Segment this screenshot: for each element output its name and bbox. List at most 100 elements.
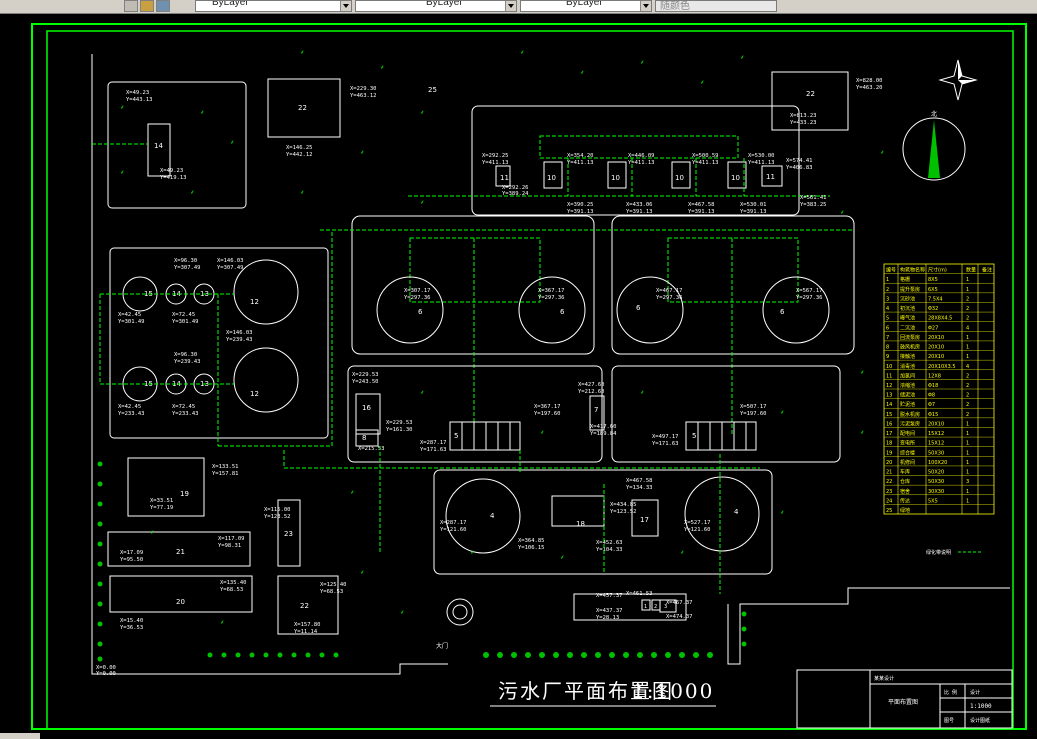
unit-6d-label: 6 bbox=[780, 308, 785, 316]
table-cell: 曝气池 bbox=[900, 315, 915, 322]
linetype-combo-value: ByLayer bbox=[426, 0, 463, 8]
unit-14d-coord-y: Y=233.43 bbox=[172, 411, 199, 417]
unit-6a-label: 6 bbox=[418, 308, 423, 316]
unit-6d-coord-y: Y=297.36 bbox=[796, 295, 823, 301]
unit-10c-label: 10 bbox=[675, 174, 684, 182]
inner-frame bbox=[46, 30, 1014, 730]
table-cell: 二沉池 bbox=[900, 324, 915, 331]
svg-text:⸙: ⸙ bbox=[860, 429, 865, 436]
table-cell: 提升泵房 bbox=[900, 286, 920, 293]
unit-10b-coord-x: X=446.09 bbox=[628, 153, 655, 159]
table-cell: Φ7 bbox=[928, 402, 935, 408]
gatehouse-inner bbox=[452, 604, 468, 620]
unit-7-coord-x: X=427.60 bbox=[578, 382, 605, 388]
linetype-control-combo[interactable]: ByLayer bbox=[355, 0, 517, 12]
unit-10a-label: 10 bbox=[547, 174, 556, 182]
unit-14c-coord-y: Y=301.49 bbox=[172, 319, 199, 325]
unit-5a-coord-y2: Y=171.63 bbox=[420, 447, 447, 453]
unit-6b-label: 6 bbox=[560, 308, 565, 316]
unit-14d-coord-x: X=72.45 bbox=[172, 404, 195, 410]
unit-14-coord-x: X=49.23 bbox=[126, 90, 149, 96]
unit-23-coord-y: Y=123.52 bbox=[264, 514, 291, 520]
gatehouse bbox=[446, 598, 474, 626]
unit-12a-coord-y: Y=307.49 bbox=[217, 265, 244, 271]
table-cell: 13 bbox=[886, 393, 892, 399]
unit-6d-coord: X=567.17 bbox=[796, 288, 823, 294]
unit-4-left bbox=[445, 478, 521, 554]
unit-19-coord-x2: X=33.51 bbox=[150, 498, 173, 504]
table-cell: 1 bbox=[966, 421, 969, 427]
table-cell: 28X8X4.5 bbox=[928, 316, 952, 322]
plotstyle-control-combo[interactable]: 随颜色 bbox=[655, 0, 777, 12]
unit-11b-coord-x2: X=561.41 bbox=[800, 195, 827, 201]
unit-14b-coord-y: Y=419.13 bbox=[160, 175, 187, 181]
table-cell: 2 bbox=[966, 393, 969, 399]
site-boundary bbox=[91, 54, 448, 675]
unit-6c-coord-y: Y=297.36 bbox=[656, 295, 683, 301]
table-cell: 10 bbox=[886, 364, 892, 370]
table-header-cell: 尺寸(m) bbox=[928, 267, 947, 274]
chevron-down-icon[interactable] bbox=[340, 1, 351, 11]
unit-7-coord-y2: Y=189.84 bbox=[590, 431, 617, 437]
unit-7-label: 7 bbox=[594, 406, 598, 414]
unit-22a-coord-x2: X=146.25 bbox=[286, 145, 313, 151]
unit-10b-coord-x2: X=433.06 bbox=[626, 202, 653, 208]
unit-11a-coord-y2: Y=389.24 bbox=[502, 191, 529, 197]
site-plan-drawing[interactable]: 14 X=49.23 Y=443.13 X=49.23 Y=419.13 22 … bbox=[0, 14, 1037, 733]
table-header-cell: 编号 bbox=[886, 267, 896, 274]
table-cell: 8X5 bbox=[928, 277, 938, 283]
unit-6b-coord: X=367.17 bbox=[538, 288, 565, 294]
unit-8-coord: X=215.53 bbox=[358, 446, 385, 452]
unit-21-coord-x2: X=17.09 bbox=[120, 550, 143, 556]
table-cell: 15X12 bbox=[928, 431, 944, 437]
unit-5-right-label: 5 bbox=[692, 432, 696, 440]
chevron-down-icon[interactable] bbox=[640, 1, 651, 11]
svg-text:⸙: ⸙ bbox=[380, 64, 385, 71]
unit-15a-coord-x: X=96.30 bbox=[174, 258, 197, 264]
unit-19-coord-x: X=133.51 bbox=[212, 464, 239, 470]
svg-text:⸙: ⸙ bbox=[740, 54, 745, 61]
plotstyle-combo-value: 随颜色 bbox=[660, 1, 690, 12]
unit-12b-coord-y: Y=239.43 bbox=[226, 337, 253, 343]
table-cell: 2 bbox=[966, 383, 969, 389]
svg-text:⸙: ⸙ bbox=[190, 189, 195, 196]
table-cell: 17 bbox=[886, 431, 892, 437]
unit-22-bottom-label: 22 bbox=[300, 602, 309, 610]
make-object-layer-current-icon[interactable] bbox=[140, 0, 154, 12]
unit-4b-coord: X=527.17 bbox=[684, 520, 711, 526]
unit-11b-coord-x: X=574.41 bbox=[786, 158, 813, 164]
table-cell: 接触池 bbox=[900, 353, 915, 360]
svg-text:⸙: ⸙ bbox=[300, 189, 305, 196]
unit-6a-coord: X=307.17 bbox=[404, 288, 431, 294]
table-cell: 1 bbox=[966, 441, 969, 447]
table-cell: 5 bbox=[886, 316, 889, 322]
layer-previous-icon[interactable] bbox=[156, 0, 170, 12]
unit-23-label: 23 bbox=[284, 530, 293, 538]
unit-10d-label: 10 bbox=[731, 174, 740, 182]
unit-18-label: 18 bbox=[576, 520, 585, 528]
chevron-down-icon[interactable] bbox=[505, 1, 516, 11]
table-cell: 1 bbox=[966, 287, 969, 293]
zone-aeration-right bbox=[611, 365, 841, 463]
unit-14-label: 14 bbox=[154, 142, 163, 150]
north-label: 北 bbox=[931, 110, 937, 118]
table-cell: 6 bbox=[886, 325, 889, 331]
drawing-canvas[interactable]: 14 X=49.23 Y=443.13 X=49.23 Y=419.13 22 … bbox=[0, 14, 1037, 739]
svg-text:⸙: ⸙ bbox=[420, 199, 425, 206]
title-block-designer: 设计 bbox=[970, 689, 980, 696]
unit-1-label: 1 bbox=[644, 604, 647, 610]
table-cell: 7 bbox=[886, 335, 889, 341]
unit-8 bbox=[355, 429, 379, 447]
unit-22b-coord-y2: Y=433.23 bbox=[790, 120, 817, 126]
table-header-cell: 备注 bbox=[982, 267, 992, 274]
unit-22-top-label: 22 bbox=[298, 104, 307, 112]
unit-10c-coord-x: X=500.59 bbox=[692, 153, 719, 159]
color-control-combo[interactable]: ByLayer bbox=[195, 0, 352, 12]
unit-4-right bbox=[684, 476, 760, 552]
lineweight-control-combo[interactable]: ByLayer bbox=[520, 0, 652, 12]
layer-dropdown-button[interactable] bbox=[124, 0, 138, 12]
svg-text:⸙: ⸙ bbox=[780, 509, 785, 516]
table-cell: 加氯间 bbox=[900, 372, 915, 379]
svg-text:⸙: ⸙ bbox=[220, 619, 225, 626]
unit-10c-coord-y2: Y=391.13 bbox=[688, 209, 715, 215]
